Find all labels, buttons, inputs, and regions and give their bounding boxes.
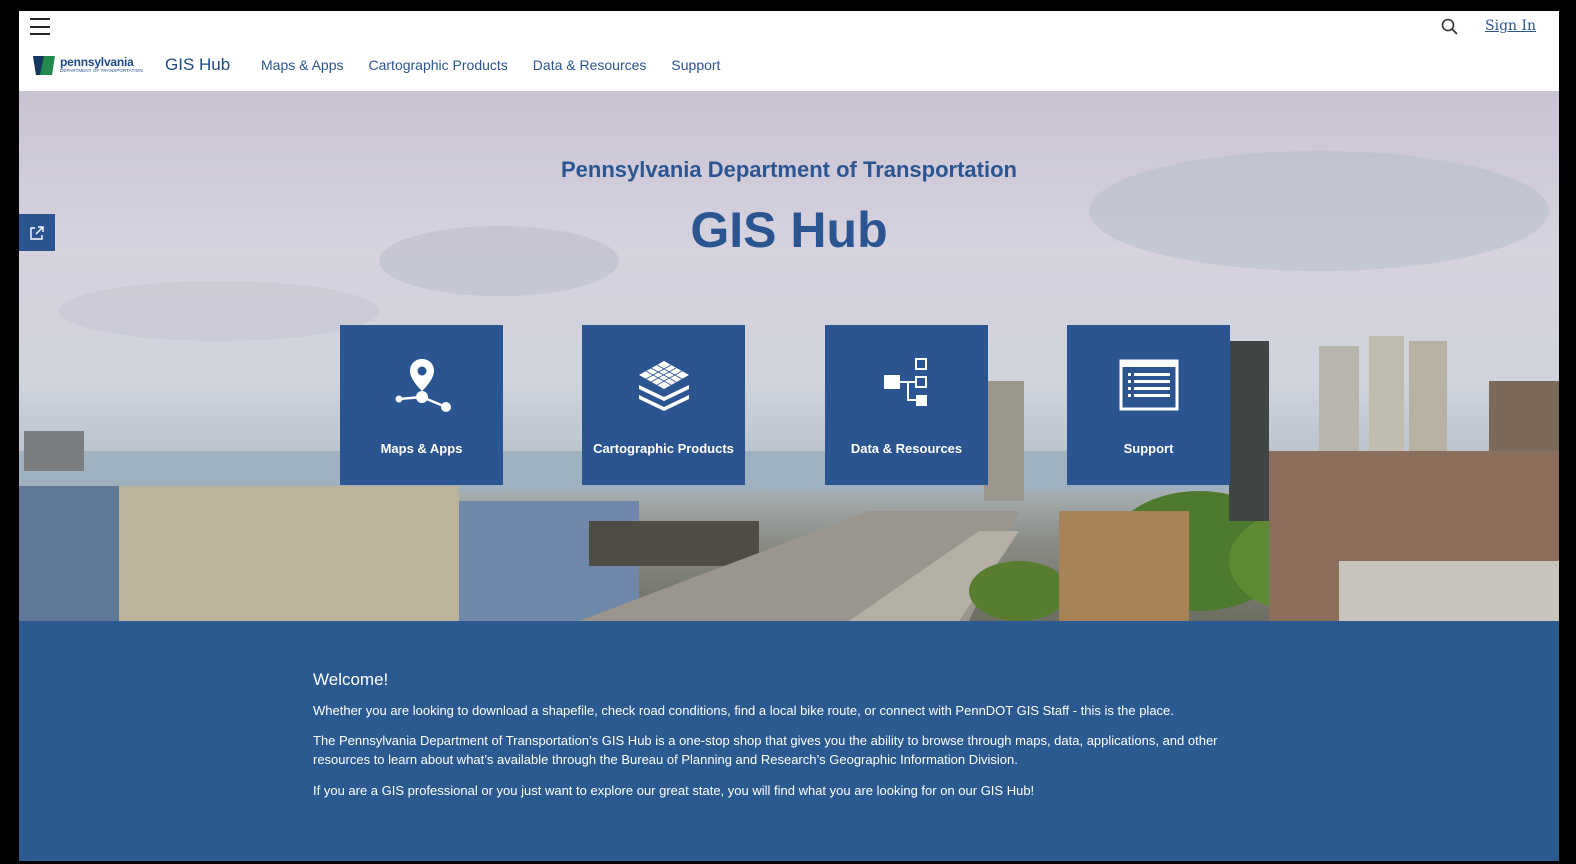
tile-label: Support bbox=[1123, 441, 1174, 456]
search-icon[interactable] bbox=[1441, 18, 1459, 36]
map-pin-network-icon bbox=[395, 359, 451, 412]
main-nav: Maps & Apps Cartographic Products Data &… bbox=[261, 57, 745, 73]
menu-icon[interactable] bbox=[30, 18, 50, 35]
tile-label: Cartographic Products bbox=[593, 441, 734, 456]
tile-label: Maps & Apps bbox=[380, 441, 463, 456]
sign-in-link[interactable]: Sign In bbox=[1485, 18, 1536, 34]
share-icon bbox=[30, 225, 44, 240]
nav-support[interactable]: Support bbox=[671, 57, 720, 73]
page-frame: Sign In pennsylvania DEPARTMENT OF TRANS… bbox=[19, 11, 1559, 861]
tile-data-resources[interactable]: Data & Resources bbox=[825, 325, 988, 485]
nav-cartographic-products[interactable]: Cartographic Products bbox=[369, 57, 508, 73]
logo-wordmark: pennsylvania bbox=[60, 55, 134, 70]
keystone-logo-icon bbox=[33, 56, 55, 75]
penndot-logo[interactable]: pennsylvania DEPARTMENT OF TRANSPORTATIO… bbox=[31, 53, 143, 77]
tile-support[interactable]: Support bbox=[1067, 325, 1230, 485]
welcome-heading: Welcome! bbox=[313, 670, 389, 689]
tile-cartographic-products[interactable]: Cartographic Products bbox=[582, 325, 745, 485]
welcome-paragraph: Whether you are looking to download a sh… bbox=[313, 703, 1174, 718]
data-tree-icon bbox=[883, 358, 927, 406]
welcome-paragraph: The Pennsylvania Department of Transport… bbox=[313, 733, 1218, 767]
document-list-icon bbox=[1119, 359, 1178, 411]
hero-title: GIS Hub bbox=[690, 202, 888, 258]
welcome-section: Welcome! Whether you are looking to down… bbox=[19, 621, 1559, 861]
tile-label: Data & Resources bbox=[850, 441, 963, 456]
tile-maps-apps[interactable]: Maps & Apps bbox=[340, 325, 503, 485]
site-title[interactable]: GIS Hub bbox=[165, 55, 230, 75]
share-button[interactable] bbox=[19, 214, 55, 251]
layers-icon bbox=[638, 361, 689, 411]
welcome-paragraph: If you are a GIS professional or you jus… bbox=[313, 783, 1035, 798]
nav-data-resources[interactable]: Data & Resources bbox=[533, 57, 647, 73]
logo-tagline: DEPARTMENT OF TRANSPORTATION bbox=[60, 68, 143, 74]
hero-banner: Pennsylvania Department of Transportatio… bbox=[19, 91, 1559, 621]
nav-maps-apps[interactable]: Maps & Apps bbox=[261, 57, 344, 73]
hero-subtitle: Pennsylvania Department of Transportatio… bbox=[561, 157, 1017, 182]
